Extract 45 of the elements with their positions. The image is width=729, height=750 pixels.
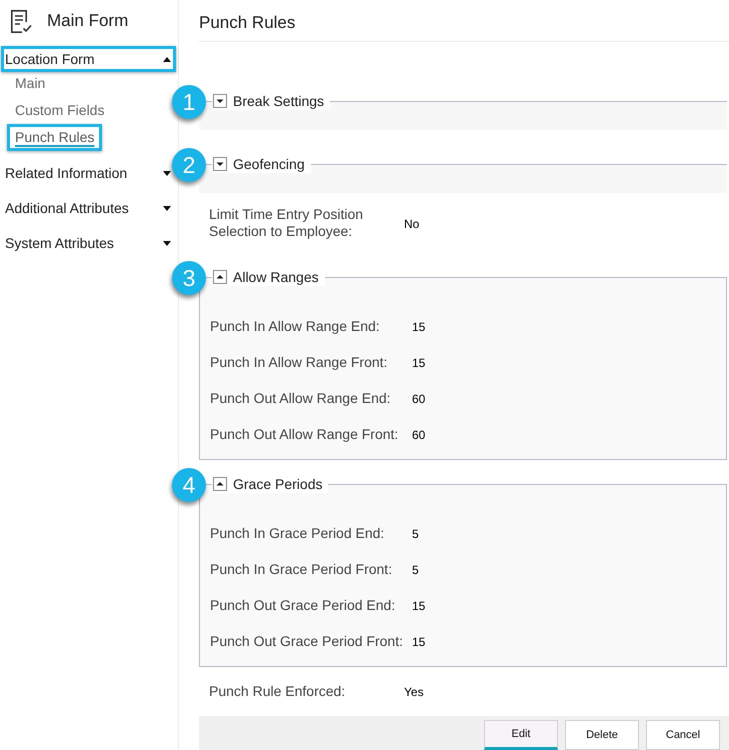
section-toggle-icon[interactable] (213, 157, 227, 171)
nav-item[interactable]: Related Information (1, 160, 171, 186)
nav-subitem[interactable]: Punch Rules (7, 124, 102, 151)
field-label: Punch In Grace Period Front: (210, 561, 394, 577)
nav-item[interactable]: System Attributes (1, 230, 171, 256)
callout-number: 2 (172, 148, 206, 182)
section-toggle-icon[interactable] (213, 477, 227, 491)
section-toggle-icon[interactable] (213, 270, 227, 284)
action-button[interactable]: Delete (565, 720, 639, 750)
field-value: 5 (412, 526, 419, 541)
section-title: Allow Ranges (233, 268, 319, 286)
section-title: Geofencing (233, 155, 305, 173)
nav-item[interactable]: Additional Attributes (1, 195, 171, 221)
action-button[interactable]: Cancel (646, 720, 720, 750)
nav-item[interactable]: Location Form (1, 46, 176, 72)
field-label: Punch Out Allow Range Front: (210, 426, 400, 442)
field-label: Punch In Allow Range Front: (210, 354, 388, 370)
section-toggle-icon[interactable] (213, 94, 227, 108)
document-check-icon (10, 8, 32, 34)
field-label: Punch Out Allow Range End: (210, 390, 392, 406)
field-value: 60 (412, 391, 426, 406)
field-label: Punch In Grace Period End: (210, 525, 386, 541)
field-value: 5 (412, 562, 419, 577)
field-label: Limit Time Entry Position Selection to Employee: (209, 206, 364, 240)
field-label: Punch Out Grace Period End: (210, 597, 396, 613)
callout-number: 3 (172, 261, 206, 295)
field-value: 15 (412, 355, 426, 370)
field-value: 60 (412, 427, 426, 442)
field-label: Punch Rule Enforced: (209, 682, 346, 700)
section-title: Grace Periods (233, 475, 322, 493)
field-value: No (404, 216, 420, 231)
field-value: Yes (404, 684, 424, 699)
callout-number: 1 (172, 85, 206, 119)
action-button[interactable]: Edit (484, 720, 558, 750)
field-value: 15 (412, 634, 426, 649)
nav-subitem[interactable]: Custom Fields (7, 97, 112, 124)
field-value: 15 (412, 319, 426, 334)
field-label: Punch In Allow Range End: (210, 318, 381, 334)
callout-number: 4 (172, 468, 206, 502)
field-label: Punch Out Grace Period Front: (210, 633, 404, 649)
field-value: 15 (412, 598, 426, 613)
page-title: Punch Rules (199, 12, 296, 34)
nav-subitem[interactable]: Main (7, 70, 54, 97)
section-title: Break Settings (233, 92, 324, 110)
sidebar-title: Main Form (47, 10, 128, 32)
